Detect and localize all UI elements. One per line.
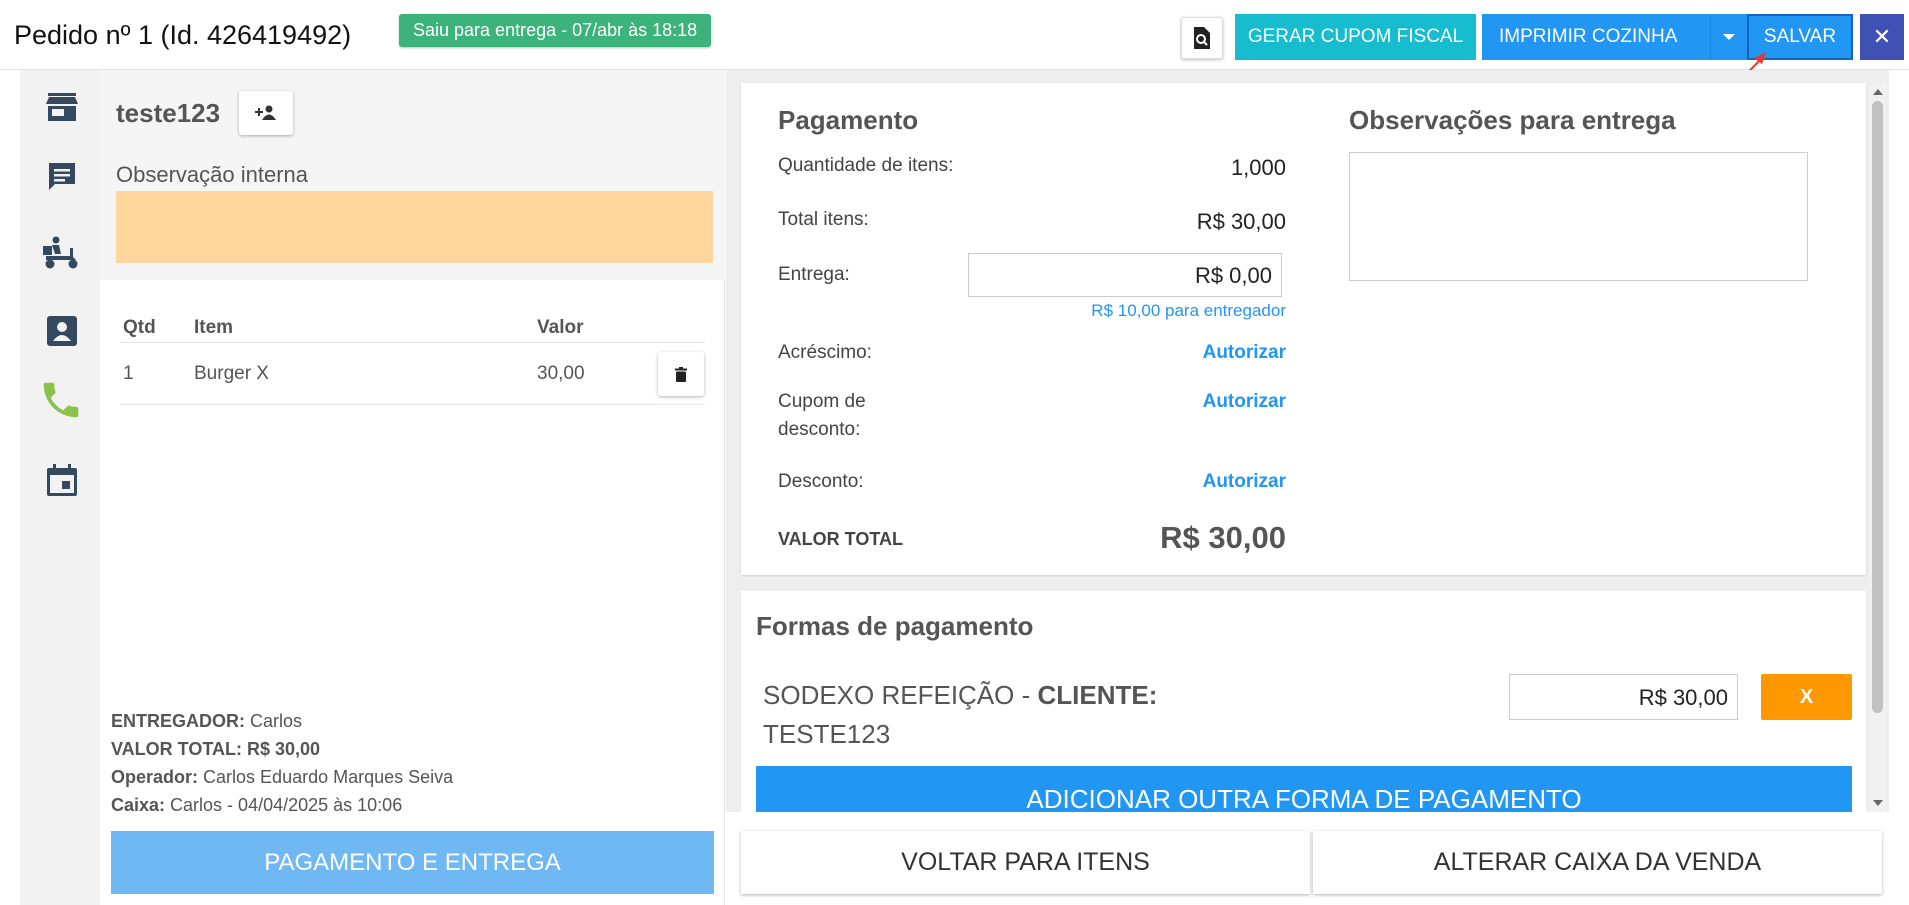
authorize-discount-link[interactable]: Autorizar [1203, 471, 1286, 493]
print-kitchen-button[interactable]: IMPRIMIR COZINHA [1482, 14, 1710, 60]
internal-note-field[interactable] [116, 191, 713, 263]
col-qtd: Qtd [123, 317, 156, 338]
sidebar-item-phone[interactable] [36, 375, 86, 425]
qty-label: Quantidade de itens: [778, 155, 954, 176]
payment-methods-title: Formas de pagamento [756, 611, 1034, 641]
person-add-icon [255, 105, 276, 120]
order-panel: teste123 Observação interna Qtd Item Val… [100, 70, 725, 905]
grand-total-value: R$ 30,00 [1160, 520, 1286, 555]
sidebar-item-contacts[interactable] [42, 311, 82, 351]
item-name: Burger X [194, 363, 269, 384]
sidebar-item-messages[interactable] [42, 157, 82, 197]
delivery-label: Entrega: [778, 264, 850, 285]
store-icon [46, 93, 78, 121]
sidebar-item-store[interactable] [42, 87, 82, 127]
table-row[interactable]: 1 Burger X 30,00 [120, 343, 705, 405]
item-valor: 30,00 [537, 363, 585, 384]
sidebar-item-calendar[interactable] [42, 460, 82, 500]
calendar-icon [47, 464, 77, 496]
summary-total: VALOR TOTAL: R$ 30,00 [111, 739, 321, 759]
preview-button[interactable] [1181, 17, 1223, 59]
summary-caixa: Caixa: Carlos - 04/04/2025 às 10:06 [111, 795, 403, 815]
summary-entregador: ENTREGADOR: Carlos [111, 711, 303, 731]
sidebar-item-delivery[interactable] [42, 233, 82, 273]
scroll-up-icon[interactable] [1873, 89, 1883, 95]
sidebar-rail [20, 70, 100, 905]
payment-card: Pagamento Quantidade de itens: 1,000 Tot… [741, 83, 1866, 575]
customer-section: teste123 Observação interna [100, 70, 725, 280]
contact-card-icon [47, 316, 77, 346]
customer-name[interactable]: teste123 [116, 98, 220, 129]
items-table-header: Qtd Item Valor [120, 295, 705, 343]
authorize-surcharge-link[interactable]: Autorizar [1203, 342, 1286, 364]
total-items-value: R$ 30,00 [1196, 209, 1286, 234]
item-qtd: 1 [123, 363, 134, 384]
col-valor: Valor [537, 317, 584, 338]
payment-delivery-button[interactable]: PAGAMENTO E ENTREGA [111, 831, 714, 894]
coupon-label-line2: desconto: [778, 419, 861, 440]
delivery-notes-field[interactable] [1349, 152, 1808, 281]
status-badge: Saiu para entrega - 07/abr às 18:18 [399, 14, 712, 47]
courier-fee-note: R$ 10,00 para entregador [1091, 301, 1286, 320]
order-title: Pedido nº 1 (Id. 426419492) [14, 20, 352, 50]
surcharge-label: Acréscimo: [778, 342, 872, 363]
scroll-down-icon[interactable] [1873, 800, 1883, 806]
phone-icon [43, 382, 79, 418]
order-summary: ENTREGADOR: Carlos VALOR TOTAL: R$ 30,00… [111, 707, 453, 819]
discount-label: Desconto: [778, 471, 864, 492]
trash-icon [675, 366, 687, 382]
internal-note-label: Observação interna [116, 162, 308, 187]
change-register-button[interactable]: ALTERAR CAIXA DA VENDA [1313, 831, 1882, 894]
col-item: Item [194, 317, 234, 338]
payment-method-amount-input[interactable]: R$ 30,00 [1509, 674, 1738, 720]
remove-payment-method-button[interactable]: X [1761, 674, 1852, 720]
delivery-scooter-icon [43, 236, 78, 269]
qty-value: 1,000 [1230, 155, 1286, 180]
payment-title: Pagamento [778, 105, 919, 135]
payment-methods-card: Formas de pagamento SODEXO REFEIÇÃO - CL… [741, 591, 1866, 812]
items-table: Qtd Item Valor 1 Burger X 30,00 [120, 295, 705, 405]
document-search-icon [1194, 27, 1210, 49]
payment-method-name: SODEXO REFEIÇÃO - CLIENTE: TESTE123 [763, 680, 1158, 749]
grand-total-label: VALOR TOTAL [778, 529, 903, 549]
coupon-label-line1: Cupom de [778, 391, 866, 412]
add-payment-method-button[interactable]: ADICIONAR OUTRA FORMA DE PAGAMENTO [756, 766, 1852, 812]
scrollbar[interactable] [1869, 83, 1886, 812]
delivery-notes-title: Observações para entrega [1349, 105, 1676, 135]
authorize-coupon-link[interactable]: Autorizar [1203, 391, 1286, 413]
caret-down-icon [1723, 34, 1735, 40]
delivery-fee-input[interactable]: R$ 0,00 [968, 253, 1282, 297]
total-items-label: Total itens: [778, 209, 869, 230]
generate-fiscal-coupon-button[interactable]: GERAR CUPOM FISCAL [1235, 14, 1476, 60]
close-button[interactable]: ✕ [1860, 14, 1904, 60]
add-customer-button[interactable] [239, 91, 293, 135]
back-to-items-button[interactable]: VOLTAR PARA ITENS [741, 831, 1310, 894]
scrollbar-thumb[interactable] [1872, 101, 1883, 713]
summary-operador: Operador: Carlos Eduardo Marques Seiva [111, 767, 454, 787]
delete-item-button[interactable] [658, 352, 704, 396]
chat-icon [49, 163, 75, 190]
header-bar: Pedido nº 1 (Id. 426419492) Saiu para en… [0, 0, 1909, 70]
